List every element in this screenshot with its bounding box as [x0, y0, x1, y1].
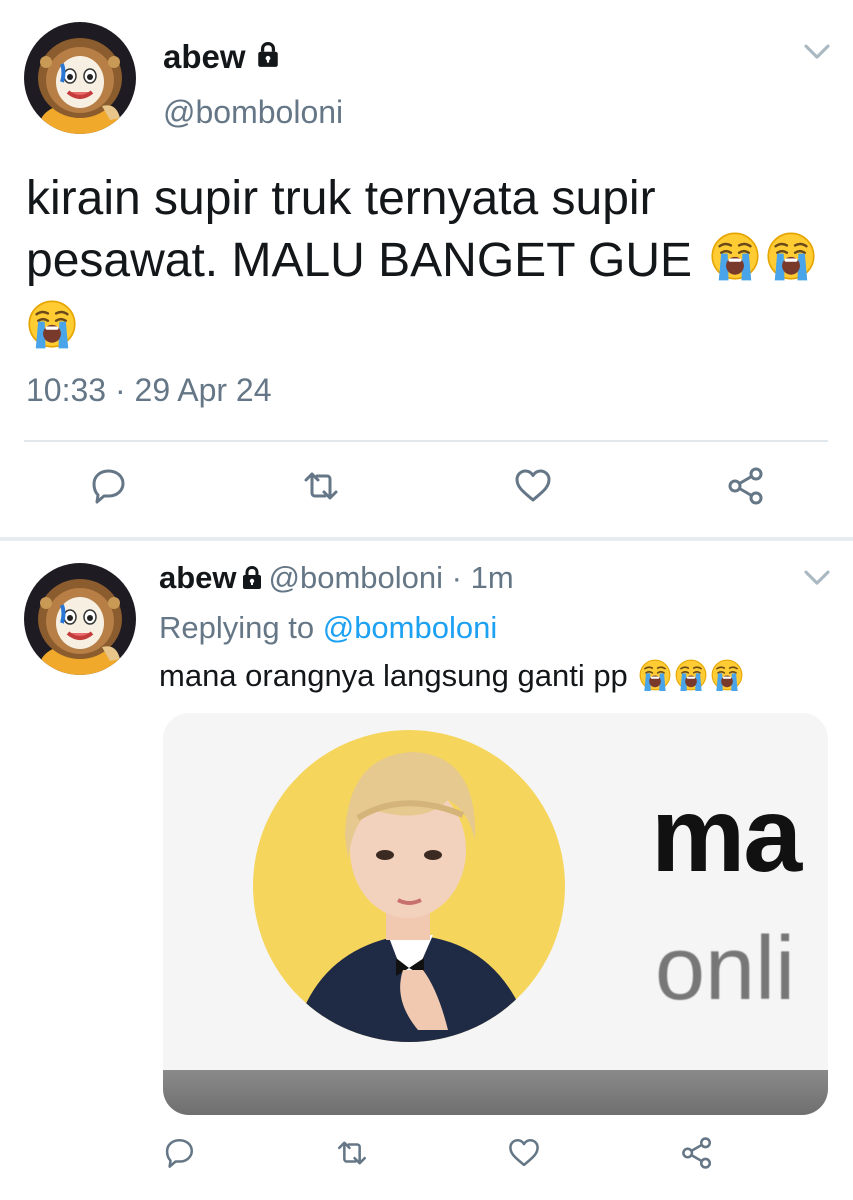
- replying-to-label: Replying to: [159, 610, 315, 645]
- tweet-time[interactable]: 1m: [471, 560, 514, 595]
- loudly-crying-face-emoji: [26, 298, 78, 366]
- loudly-crying-face-emoji: [709, 230, 761, 298]
- media-small-text: onli: [655, 919, 796, 1019]
- retweet-icon[interactable]: [301, 466, 341, 506]
- chevron-down-icon[interactable]: [802, 566, 832, 588]
- thread-separator: [0, 537, 853, 541]
- display-name[interactable]: abew: [163, 38, 246, 76]
- loudly-crying-face-emoji: [638, 658, 672, 700]
- tweet-timestamp[interactable]: 10:33 · 29 Apr 24: [26, 372, 272, 409]
- media-bottom-bar: [163, 1070, 828, 1115]
- user-handle[interactable]: @bomboloni: [269, 560, 444, 595]
- separator-dot: ·: [451, 560, 462, 595]
- tweet-text-content: mana orangnya langsung ganti pp: [159, 658, 628, 693]
- display-name[interactable]: abew: [159, 560, 237, 595]
- retweet-icon[interactable]: [335, 1136, 369, 1170]
- share-icon[interactable]: [680, 1136, 714, 1170]
- divider: [24, 440, 828, 442]
- mention-link[interactable]: @bomboloni: [323, 610, 498, 645]
- user-handle[interactable]: @bomboloni: [163, 94, 343, 131]
- like-icon[interactable]: [513, 466, 553, 506]
- like-icon[interactable]: [507, 1136, 541, 1170]
- media-image[interactable]: ma onli: [163, 713, 828, 1115]
- tweet-text-content: kirain supir truk ternyata supir pesawat…: [26, 172, 692, 287]
- replying-to: Replying to @bomboloni: [159, 610, 497, 646]
- tweet-text: kirain supir truk ternyata supir pesawat…: [26, 168, 836, 366]
- profile-photo: [253, 730, 565, 1042]
- share-icon[interactable]: [726, 466, 766, 506]
- loudly-crying-face-emoji: [765, 230, 817, 298]
- media-big-text: ma: [651, 776, 802, 894]
- tweet-text: mana orangnya langsung ganti pp: [159, 658, 744, 700]
- loudly-crying-face-emoji: [674, 658, 708, 700]
- reply-icon[interactable]: [88, 466, 128, 506]
- loudly-crying-face-emoji: [710, 658, 744, 700]
- lock-icon: [255, 42, 281, 68]
- avatar[interactable]: [24, 563, 136, 675]
- chevron-down-icon[interactable]: [802, 40, 832, 62]
- lock-icon: [241, 562, 263, 598]
- reply-icon[interactable]: [162, 1136, 196, 1170]
- reply-header: abew @bomboloni · 1m: [159, 560, 514, 598]
- avatar[interactable]: [24, 22, 136, 134]
